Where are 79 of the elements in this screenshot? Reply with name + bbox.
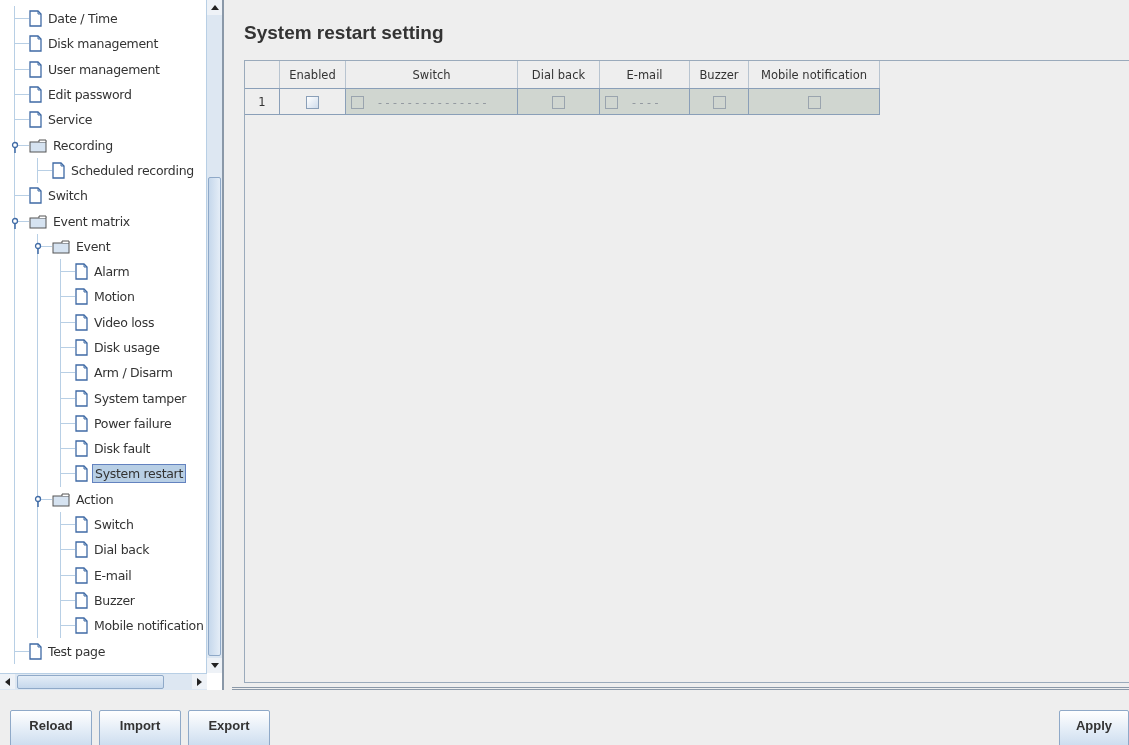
document-icon bbox=[75, 566, 88, 584]
tree-item[interactable]: Motion bbox=[92, 288, 137, 306]
tree-item[interactable]: System restart bbox=[92, 464, 187, 484]
column-header: Dial back bbox=[517, 61, 600, 89]
checkbox[interactable] bbox=[306, 95, 319, 109]
document-icon bbox=[29, 642, 42, 660]
document-icon bbox=[75, 414, 88, 432]
document-icon bbox=[75, 389, 88, 407]
tree-item[interactable]: Switch bbox=[92, 516, 136, 534]
document-icon bbox=[29, 10, 42, 28]
document-icon bbox=[75, 440, 88, 458]
tree-toggle-icon[interactable] bbox=[34, 494, 42, 507]
tree-item[interactable]: Action bbox=[74, 490, 116, 508]
document-icon bbox=[29, 187, 42, 205]
right-arrow-icon[interactable] bbox=[197, 677, 202, 686]
placeholder-dashes: - - - - - - - - - - - - - - - bbox=[378, 95, 487, 109]
tree-item[interactable]: Test page bbox=[46, 642, 108, 660]
scroll-thumb[interactable] bbox=[17, 675, 164, 689]
tree-item[interactable]: Disk usage bbox=[92, 339, 162, 356]
row-number: 1 bbox=[245, 88, 280, 115]
tree-toggle-icon[interactable] bbox=[11, 140, 19, 153]
tree-item[interactable]: Mobile notification bbox=[92, 617, 206, 635]
document-icon bbox=[75, 541, 88, 559]
document-icon bbox=[75, 465, 88, 483]
placeholder-dashes: - - - - bbox=[632, 95, 659, 109]
document-icon bbox=[29, 111, 42, 129]
document-icon bbox=[75, 263, 88, 281]
document-icon bbox=[75, 313, 88, 331]
document-icon bbox=[75, 364, 88, 382]
tree-item[interactable]: Recording bbox=[51, 136, 115, 154]
vertical-scrollbar[interactable] bbox=[206, 0, 222, 673]
document-icon bbox=[75, 617, 88, 635]
document-icon bbox=[29, 86, 42, 104]
tree-item[interactable]: Switch bbox=[46, 187, 90, 205]
folder-icon bbox=[52, 238, 70, 254]
tree-item[interactable]: User management bbox=[46, 60, 162, 78]
document-icon bbox=[75, 591, 88, 609]
tree-toggle-icon[interactable] bbox=[34, 241, 42, 254]
folder-icon bbox=[29, 137, 47, 153]
column-header: Buzzer bbox=[689, 61, 749, 89]
column-header: Switch bbox=[345, 61, 518, 89]
tree-item[interactable]: Buzzer bbox=[92, 591, 137, 609]
tree-item[interactable]: Edit password bbox=[46, 86, 134, 104]
document-icon bbox=[75, 288, 88, 306]
document-icon bbox=[52, 161, 65, 179]
document-icon bbox=[75, 516, 88, 534]
tree-item[interactable]: Disk management bbox=[46, 35, 161, 53]
column-header: Mobile notification bbox=[748, 61, 880, 89]
folder-icon bbox=[29, 213, 47, 229]
tree-item[interactable]: Arm / Disarm bbox=[92, 364, 175, 382]
document-icon bbox=[29, 60, 42, 78]
toolbar-button[interactable]: Import bbox=[99, 710, 181, 745]
tree-item[interactable]: Date / Time bbox=[46, 10, 120, 28]
column-header: E-mail bbox=[599, 61, 690, 89]
toolbar-button[interactable]: Reload bbox=[10, 710, 92, 745]
tree-item[interactable]: Disk fault bbox=[92, 440, 153, 458]
tree-item[interactable]: Event bbox=[74, 237, 113, 255]
left-arrow-icon[interactable] bbox=[5, 677, 10, 686]
column-header: Enabled bbox=[279, 61, 346, 89]
page-title: System restart setting bbox=[244, 22, 445, 44]
tree-item[interactable]: Video loss bbox=[92, 313, 157, 331]
tree-item[interactable]: Event matrix bbox=[51, 212, 132, 230]
tree-toggle-icon[interactable] bbox=[11, 216, 19, 229]
tree-item[interactable]: System tamper bbox=[92, 389, 189, 407]
up-arrow-icon[interactable] bbox=[210, 5, 219, 10]
document-icon bbox=[29, 35, 42, 53]
tree-item[interactable]: Alarm bbox=[92, 263, 132, 281]
document-icon bbox=[75, 339, 88, 356]
tree-item[interactable]: Service bbox=[46, 111, 95, 129]
tree-item[interactable]: Dial back bbox=[92, 541, 152, 559]
horizontal-scrollbar[interactable] bbox=[0, 673, 207, 690]
scroll-thumb[interactable] bbox=[208, 177, 221, 656]
tree-item[interactable]: E-mail bbox=[92, 566, 134, 584]
toolbar-button[interactable]: Export bbox=[188, 710, 270, 745]
tree-item[interactable]: Scheduled recording bbox=[69, 161, 196, 179]
down-arrow-icon[interactable] bbox=[210, 663, 219, 668]
apply-button[interactable]: Apply bbox=[1059, 710, 1129, 745]
folder-icon bbox=[52, 491, 70, 507]
tree-item[interactable]: Power failure bbox=[92, 414, 174, 432]
